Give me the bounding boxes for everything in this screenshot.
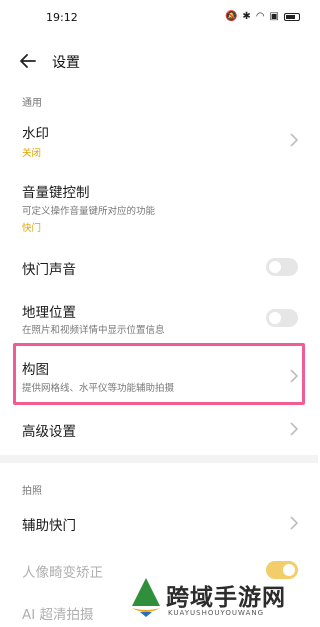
section-label-photo: 拍照 [22,486,42,497]
row-value: 快门 [22,223,42,234]
location-toggle[interactable] [266,309,298,327]
setting-shutter-sound: 快门声音 [0,252,318,282]
header: 设置 [0,46,318,78]
shutter-sound-toggle[interactable] [266,258,298,276]
page-title: 设置 [52,55,80,71]
row-title: 水印 [22,126,49,142]
chevron-right-icon [290,422,298,436]
setting-volume-key[interactable]: 音量键控制 可定义操作音量键所对应的功能 快门 [0,175,318,237]
row-title: 人像畸变矫正 [22,565,103,581]
row-value: 关闭 [22,148,42,159]
watermark-name: 跨域手游网 [166,584,286,611]
status-icons: 🔕 ✱ ◠ ▣ [225,11,300,23]
chevron-right-icon [290,133,298,147]
highlight-box [13,343,305,405]
mute-icon: 🔕 [224,11,238,22]
row-title: 地理位置 [22,305,76,321]
section-label-general: 通用 [22,98,42,109]
row-subtitle: 可定义操作音量键所对应的功能 [22,206,156,217]
bluetooth-icon: ✱ [242,11,251,22]
wifi-icon: ◠ [255,11,265,22]
watermark-domain: KUAYUSHOUYOUWANG [168,609,265,617]
setting-assist-shutter[interactable]: 辅助快门 [0,508,318,538]
row-subtitle: 在照片和视频详情中显示位置信息 [22,325,165,336]
nfc-icon: ▣ [269,11,279,22]
row-title: 辅助快门 [22,518,76,534]
site-watermark: 跨域手游网 KUAYUSHOUYOUWANG [126,574,316,624]
status-time: 19:12 [46,11,78,24]
setting-watermark[interactable]: 水印 关闭 [0,114,318,166]
battery-icon [284,13,300,21]
chevron-right-icon [290,516,298,530]
row-title: AI 超清拍摄 [22,607,94,623]
row-title: 快门声音 [22,262,76,278]
row-title: 高级设置 [22,424,76,440]
section-divider [0,455,318,463]
setting-location: 地理位置 在照片和视频详情中显示位置信息 [0,296,318,340]
status-bar: 19:12 🔕 ✱ ◠ ▣ [0,0,318,38]
back-arrow-icon[interactable] [18,51,38,71]
row-title: 音量键控制 [22,185,90,201]
watermark-logo-icon [132,578,160,617]
setting-advanced[interactable]: 高级设置 [0,414,318,444]
